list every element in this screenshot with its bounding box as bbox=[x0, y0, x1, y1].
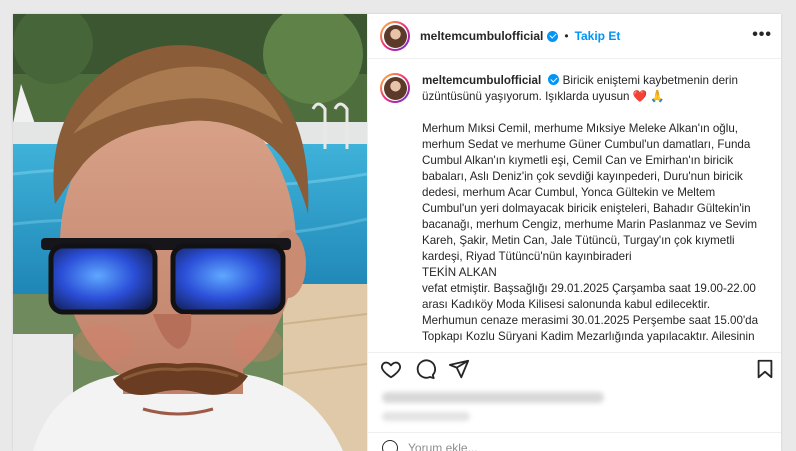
avatar-image bbox=[383, 76, 407, 100]
caption-username[interactable]: meltemcumbulofficial bbox=[422, 74, 541, 87]
comment-row bbox=[368, 432, 781, 451]
caption-emoji: ❤️ 🙏 bbox=[632, 90, 665, 103]
more-options-icon[interactable]: ••• bbox=[752, 27, 772, 43]
action-bar bbox=[368, 352, 781, 385]
post-date-blurred bbox=[382, 412, 470, 421]
caption-row: meltemcumbulofficial Biricik eniştemi ka… bbox=[368, 59, 781, 345]
verified-badge-icon bbox=[548, 74, 560, 85]
caption-body: Merhum Mıksi Cemil, merhume Mıksiye Mele… bbox=[422, 122, 759, 343]
header-username[interactable]: meltemcumbulofficial bbox=[420, 29, 543, 43]
caption-text: meltemcumbulofficial Biricik eniştemi ka… bbox=[422, 73, 768, 345]
post-side-panel: meltemcumbulofficial • Takip Et ••• melt… bbox=[367, 14, 781, 451]
avatar[interactable] bbox=[380, 21, 410, 51]
likes-count-blurred bbox=[382, 392, 604, 403]
selfie-image bbox=[13, 14, 367, 451]
bookmark-icon[interactable] bbox=[754, 358, 776, 380]
follow-button[interactable]: Takip Et bbox=[575, 29, 621, 43]
avatar-ring bbox=[382, 75, 408, 101]
avatar-image bbox=[383, 24, 407, 48]
paper-plane-icon[interactable] bbox=[448, 358, 470, 380]
caption-avatar[interactable] bbox=[380, 73, 410, 103]
heart-outline-icon[interactable] bbox=[380, 358, 402, 380]
post-header: meltemcumbulofficial • Takip Et ••• bbox=[368, 14, 781, 59]
comment-bubble-icon[interactable] bbox=[414, 358, 436, 380]
avatar-ring bbox=[382, 23, 408, 49]
smiley-icon[interactable] bbox=[382, 440, 398, 451]
verified-badge-icon bbox=[547, 30, 559, 42]
separator-dot: • bbox=[564, 29, 569, 43]
post-photo bbox=[13, 14, 367, 451]
comment-input[interactable] bbox=[408, 441, 708, 451]
post-caption-area: meltemcumbulofficial Biricik eniştemi ka… bbox=[368, 59, 781, 352]
instagram-post-window: meltemcumbulofficial • Takip Et ••• melt… bbox=[13, 14, 781, 451]
